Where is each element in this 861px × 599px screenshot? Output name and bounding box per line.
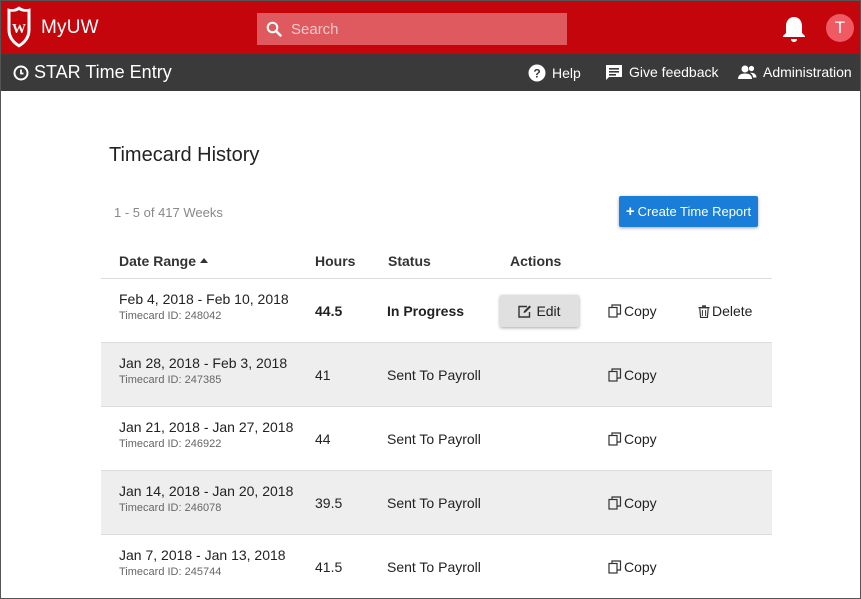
row-timecard-id: Timecard ID: 248042 [119, 310, 222, 322]
search-input[interactable] [291, 20, 551, 38]
edit-button[interactable]: Edit [500, 295, 579, 327]
plus-icon: + [625, 203, 635, 220]
row-hours: 44.5 [315, 303, 343, 319]
help-link[interactable]: ? Help [528, 64, 581, 82]
copy-icon [608, 560, 622, 574]
column-date-range-label: Date Range [119, 253, 197, 269]
admin-link[interactable]: Administration [738, 64, 852, 80]
row-status: Sent To Payroll [387, 431, 481, 447]
clock-icon [13, 65, 29, 80]
row-hours: 44 [315, 431, 331, 447]
copy-icon [608, 304, 622, 318]
trash-icon [698, 304, 710, 318]
table-header: Date Range Hours Status Actions [101, 243, 772, 279]
table-row: Jan 21, 2018 - Jan 27, 2018 Timecard ID:… [101, 407, 772, 471]
row-timecard-id: Timecard ID: 246078 [119, 502, 222, 514]
column-date-range[interactable]: Date Range [119, 253, 209, 269]
app-bar: STAR Time Entry ? Help Give feedback Adm… [1, 54, 860, 91]
app-window: W MyUW T STAR Time Entry [0, 0, 861, 599]
copy-icon [608, 368, 622, 382]
copy-link[interactable]: Copy [608, 431, 657, 447]
bell-icon[interactable] [781, 15, 807, 43]
row-timecard-id: Timecard ID: 246922 [119, 438, 222, 450]
row-date-range: Jan 21, 2018 - Jan 27, 2018 [119, 419, 294, 435]
admin-label: Administration [763, 64, 852, 80]
admin-icon [738, 65, 757, 79]
row-date-range: Jan 28, 2018 - Feb 3, 2018 [119, 355, 288, 371]
user-avatar[interactable]: T [826, 14, 854, 42]
row-status: Sent To Payroll [387, 495, 481, 511]
help-label: Help [552, 65, 581, 81]
timecard-table: Date Range Hours Status Actions Feb 4, 2… [101, 243, 772, 598]
row-date-range: Jan 14, 2018 - Jan 20, 2018 [119, 483, 294, 499]
copy-label: Copy [624, 367, 657, 383]
sort-ascending-icon [200, 257, 209, 263]
row-status: In Progress [387, 303, 465, 319]
copy-label: Copy [624, 559, 657, 575]
row-hours: 41.5 [315, 559, 343, 575]
column-status: Status [388, 253, 431, 269]
feedback-icon [606, 65, 622, 80]
svg-text:?: ? [533, 67, 540, 81]
delete-label: Delete [712, 303, 753, 319]
table-row: Jan 14, 2018 - Jan 20, 2018 Timecard ID:… [101, 471, 772, 535]
edit-label: Edit [536, 303, 561, 319]
create-button-label: Create Time Report [637, 204, 752, 219]
copy-icon [608, 496, 622, 510]
copy-label: Copy [624, 303, 657, 319]
row-hours: 41 [315, 367, 331, 383]
row-status: Sent To Payroll [387, 559, 481, 575]
pagination-count: 1 - 5 of 417 Weeks [114, 205, 223, 220]
copy-link[interactable]: Copy [608, 367, 657, 383]
copy-link[interactable]: Copy [608, 559, 657, 575]
column-actions: Actions [510, 253, 562, 269]
row-date-range: Feb 4, 2018 - Feb 10, 2018 [119, 291, 289, 307]
feedback-link[interactable]: Give feedback [605, 64, 719, 80]
svg-text:W: W [12, 22, 26, 37]
help-icon: ? [528, 64, 546, 82]
create-time-report-button[interactable]: + Create Time Report [619, 196, 758, 227]
delete-link[interactable]: Delete [698, 303, 752, 319]
uw-crest-icon[interactable]: W [5, 6, 33, 48]
app-title[interactable]: STAR Time Entry [13, 62, 172, 83]
table-row: Jan 28, 2018 - Feb 3, 2018 Timecard ID: … [101, 343, 772, 407]
row-status: Sent To Payroll [387, 367, 481, 383]
copy-link[interactable]: Copy [608, 495, 657, 511]
search-box[interactable] [257, 13, 567, 45]
search-icon[interactable] [257, 13, 291, 45]
row-timecard-id: Timecard ID: 247385 [119, 374, 222, 386]
column-hours: Hours [315, 253, 356, 269]
page-title: Timecard History [109, 144, 260, 166]
brand-name[interactable]: MyUW [41, 17, 99, 39]
copy-icon [608, 432, 622, 446]
feedback-label: Give feedback [629, 64, 719, 80]
copy-label: Copy [624, 495, 657, 511]
row-hours: 39.5 [315, 495, 343, 511]
copy-link[interactable]: Copy [608, 303, 657, 319]
row-timecard-id: Timecard ID: 245744 [119, 566, 222, 578]
table-row: Jan 7, 2018 - Jan 13, 2018 Timecard ID: … [101, 535, 772, 598]
table-row: Feb 4, 2018 - Feb 10, 2018 Timecard ID: … [101, 279, 772, 343]
copy-label: Copy [624, 431, 657, 447]
app-title-label: STAR Time Entry [34, 62, 172, 82]
row-date-range: Jan 7, 2018 - Jan 13, 2018 [119, 547, 286, 563]
top-header: W MyUW T [1, 1, 860, 54]
edit-icon [518, 305, 532, 318]
